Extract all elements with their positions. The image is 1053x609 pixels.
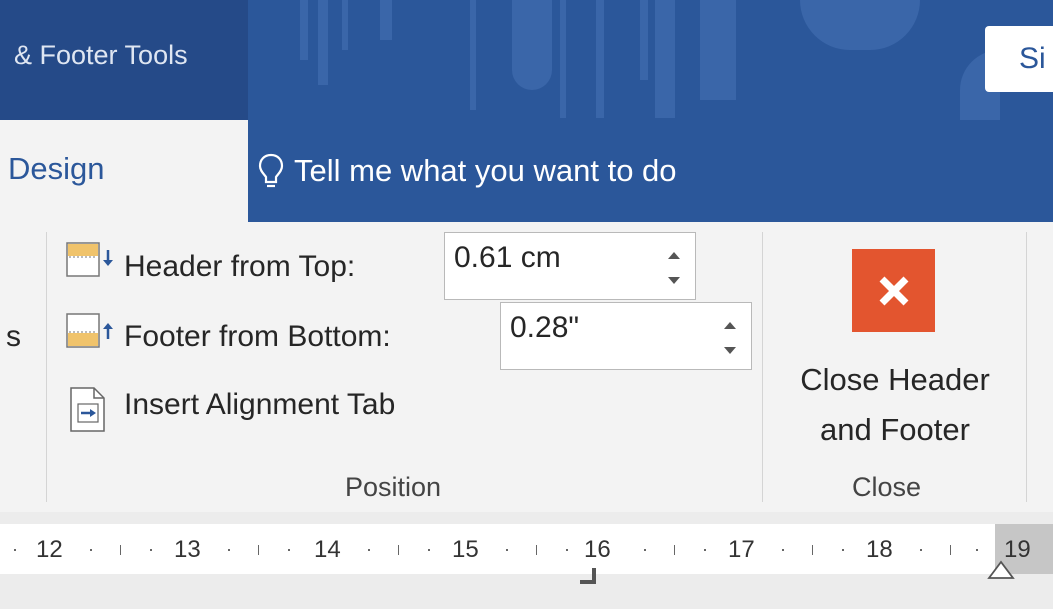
ruler-tick <box>674 545 675 555</box>
header-from-top-value: 0.61 cm <box>454 241 561 274</box>
close-header-footer-button[interactable] <box>852 249 935 332</box>
ruler-dot <box>90 549 92 551</box>
ruler-dot <box>566 549 568 551</box>
ruler-tick <box>950 545 951 555</box>
header-from-top-stepper[interactable]: 0.61 cm <box>444 232 696 300</box>
ruler-number: 18 <box>866 536 893 563</box>
ruler-number: 16 <box>584 536 611 563</box>
spin-arrows-icon[interactable] <box>667 243 681 293</box>
ruler-dot <box>976 549 978 551</box>
right-indent-marker-icon[interactable] <box>986 556 1016 580</box>
ruler-tick <box>398 545 399 555</box>
ruler-dot <box>428 549 430 551</box>
insert-alignment-tab-button[interactable]: Insert Alignment Tab <box>64 382 484 438</box>
tell-me-text: Tell me what you want to do <box>294 153 677 188</box>
footer-from-bottom-value: 0.28" <box>510 311 580 344</box>
group-separator <box>762 232 763 502</box>
ruler-dot <box>228 549 230 551</box>
tell-me-search[interactable]: Tell me what you want to do <box>258 146 677 196</box>
ruler-dot <box>14 549 16 551</box>
ruler-tick <box>536 545 537 555</box>
ruler-number: 17 <box>728 536 755 563</box>
ruler-dot <box>704 549 706 551</box>
ruler-dot <box>506 549 508 551</box>
left-tab-stop-icon[interactable] <box>576 566 600 586</box>
close-label-line-1: Close Header <box>800 362 990 397</box>
previous-group-cut-text: s <box>6 320 21 353</box>
sign-in-button[interactable]: Si <box>985 26 1053 92</box>
ruler-number: 13 <box>174 536 201 563</box>
close-label-line-2: and Footer <box>820 412 970 447</box>
footer-from-bottom-label: Footer from Bottom: <box>124 320 391 353</box>
lightbulb-icon <box>258 153 284 188</box>
tab-design-label: Design <box>8 151 105 186</box>
close-header-footer-label[interactable]: Close Header and Footer <box>764 355 1026 455</box>
ruler-dot <box>842 549 844 551</box>
spin-arrows-icon[interactable] <box>723 313 737 363</box>
ruler-dot <box>150 549 152 551</box>
header-from-top-label: Header from Top: <box>124 250 356 283</box>
header-position-icon <box>66 242 113 277</box>
close-group-label: Close <box>852 472 922 502</box>
ruler-dot <box>288 549 290 551</box>
group-separator <box>46 232 47 502</box>
ruler-dot <box>920 549 922 551</box>
insert-alignment-tab-label: Insert Alignment Tab <box>124 388 396 421</box>
footer-position-icon <box>66 313 113 348</box>
position-group-label: Position <box>345 472 442 502</box>
ruler-tick <box>812 545 813 555</box>
ruler-number: 15 <box>452 536 479 563</box>
alignment-tab-icon <box>70 387 105 432</box>
group-separator <box>1026 232 1027 502</box>
close-icon <box>879 276 908 305</box>
ruler-dot <box>368 549 370 551</box>
ruler-tick <box>120 545 121 555</box>
ruler-number: 12 <box>36 536 63 563</box>
ruler-dot <box>782 549 784 551</box>
ruler-tick <box>258 545 259 555</box>
footer-from-bottom-stepper[interactable]: 0.28" <box>500 302 752 370</box>
ruler-dot <box>644 549 646 551</box>
ruler-number: 14 <box>314 536 341 563</box>
context-tools-label: & Footer Tools <box>14 40 188 70</box>
